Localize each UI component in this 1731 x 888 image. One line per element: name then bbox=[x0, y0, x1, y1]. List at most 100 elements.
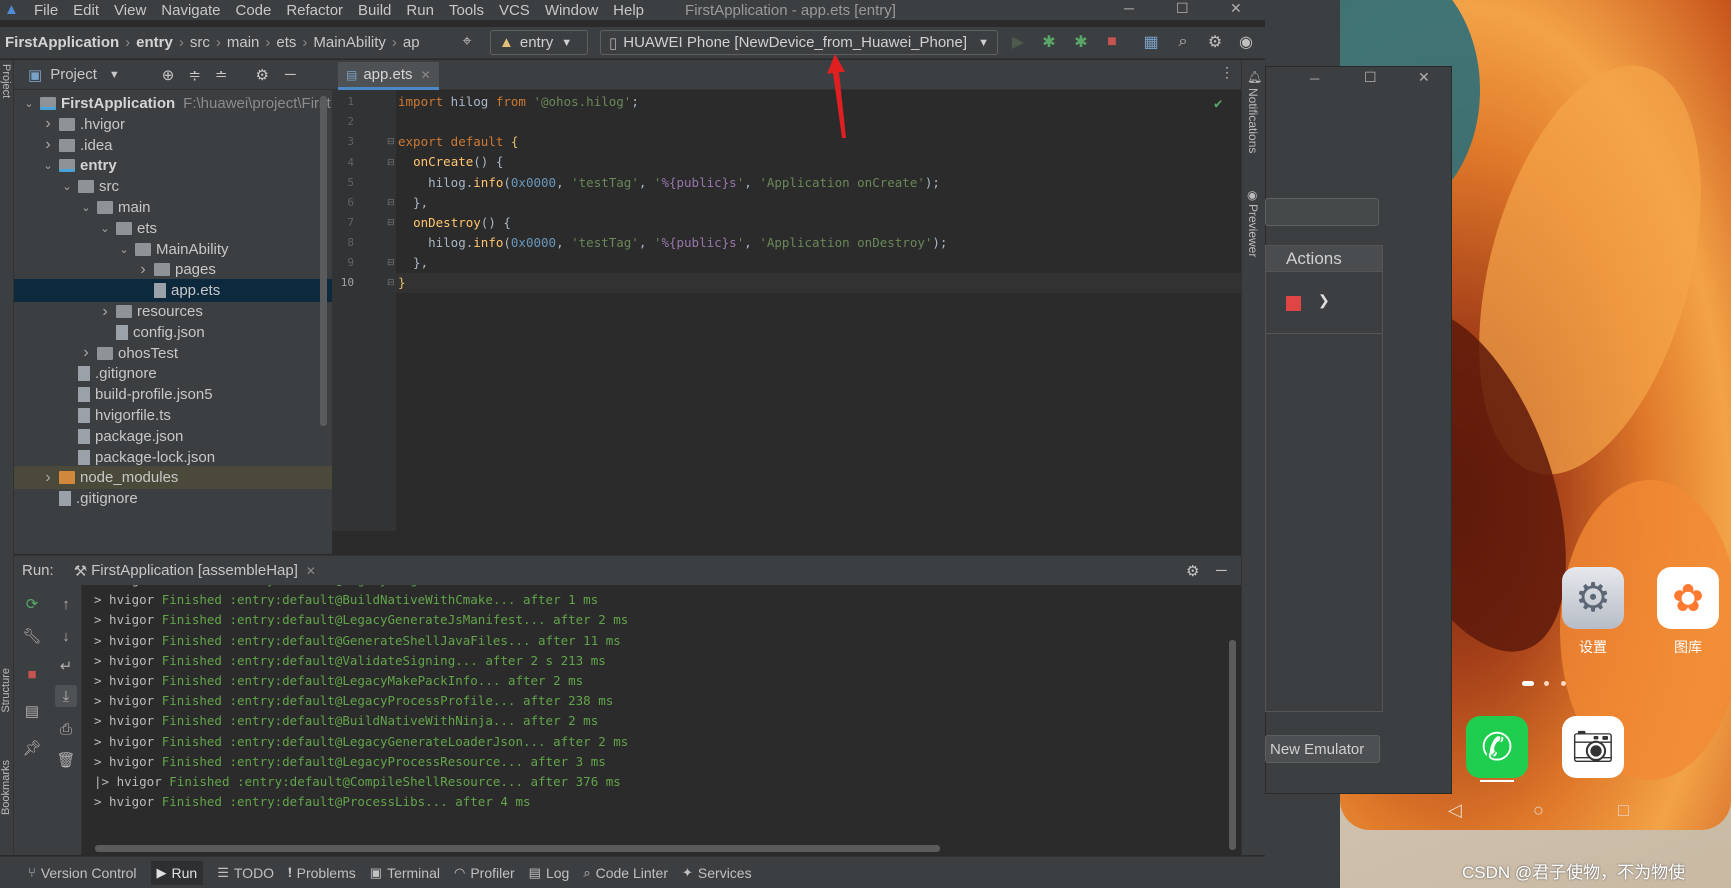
expand-all-icon[interactable]: ≑ bbox=[188, 66, 201, 84]
menu-view[interactable]: View bbox=[114, 2, 146, 19]
problems-button[interactable]: ❗︎ Problems bbox=[288, 865, 356, 881]
chevron-down-icon[interactable]: ⌄ bbox=[41, 159, 55, 172]
stop-icon[interactable]: ■ bbox=[21, 663, 43, 685]
menu-window[interactable]: Window bbox=[545, 2, 598, 19]
chevron-down-icon[interactable]: ⌄ bbox=[22, 97, 36, 110]
run-console[interactable]: > hvigor Finished :entry:default@LegacyM… bbox=[82, 585, 1241, 855]
menu-navigate[interactable]: Navigate bbox=[161, 2, 220, 19]
previewer-strip-label[interactable]: Previewer bbox=[1246, 204, 1260, 257]
panel-settings-icon[interactable]: ⚙ bbox=[256, 66, 269, 84]
select-opened-file-icon[interactable]: ⊕ bbox=[162, 66, 175, 84]
menu-run[interactable]: Run bbox=[406, 2, 434, 19]
hide-panel-icon[interactable]: ─ bbox=[285, 66, 296, 83]
close-icon[interactable]: ✕ bbox=[1418, 69, 1430, 86]
fold-marker-icon[interactable]: ⊟ bbox=[387, 257, 395, 268]
print-icon[interactable]: ⎙ bbox=[55, 718, 77, 740]
locate-icon[interactable]: ⌖ bbox=[457, 32, 477, 52]
tree-item[interactable]: › .idea bbox=[14, 134, 332, 157]
menu-file[interactable]: File bbox=[34, 2, 58, 19]
panel-settings-icon[interactable]: ⚙ bbox=[1186, 562, 1199, 580]
todo-button[interactable]: ☰ TODO bbox=[217, 865, 274, 881]
project-structure-icon[interactable]: ▦ bbox=[1141, 32, 1161, 52]
tree-item[interactable]: › .hvigor bbox=[14, 113, 332, 136]
chevron-right-icon[interactable]: › bbox=[41, 136, 55, 154]
debug-icon[interactable]: ✱ bbox=[1039, 32, 1059, 52]
terminal-button[interactable]: ▣ Terminal bbox=[370, 865, 440, 881]
notifications-strip-label[interactable]: Notifications bbox=[1246, 88, 1260, 153]
module-selector[interactable]: ▲ entry ▼ bbox=[490, 30, 588, 55]
stop-emulator-icon[interactable] bbox=[1286, 296, 1301, 311]
maximize-icon[interactable]: ☐ bbox=[1364, 69, 1377, 86]
chevron-down-icon[interactable]: ⌄ bbox=[60, 180, 74, 193]
profiler-button[interactable]: ◠ Profiler bbox=[454, 865, 515, 881]
chevron-down-icon[interactable]: ⌄ bbox=[98, 222, 112, 235]
bookmarks-strip-label[interactable]: Bookmarks bbox=[0, 760, 12, 815]
tab-app-ets[interactable]: ▤ app.ets ✕ bbox=[338, 62, 439, 90]
close-icon[interactable]: ✕ bbox=[1230, 0, 1242, 17]
run-config-tab[interactable]: FirstApplication [assembleHap] bbox=[91, 562, 298, 579]
device-selector[interactable]: ▯ HUAWEI Phone [NewDevice_from_Huawei_Ph… bbox=[600, 30, 998, 55]
breadcrumb-ets[interactable]: ets bbox=[276, 34, 296, 51]
menu-code[interactable]: Code bbox=[235, 2, 271, 19]
chevron-down-icon[interactable]: ⌄ bbox=[79, 201, 93, 214]
console-vertical-scrollbar[interactable] bbox=[1229, 640, 1236, 850]
console-horizontal-scrollbar[interactable] bbox=[95, 845, 940, 852]
breadcrumb-mainability[interactable]: MainAbility bbox=[313, 34, 386, 51]
pin-icon[interactable]: 📌︎ bbox=[21, 737, 43, 759]
layout-icon[interactable]: ▤ bbox=[21, 700, 43, 722]
minimize-icon[interactable]: ─ bbox=[1310, 71, 1319, 86]
log-button[interactable]: ▤ Log bbox=[529, 865, 570, 881]
wrench-icon[interactable]: 🔧︎ bbox=[21, 625, 43, 647]
account-icon[interactable]: ◉ bbox=[1236, 32, 1256, 52]
chevron-right-icon[interactable]: › bbox=[79, 344, 93, 362]
run-icon[interactable]: ▶ bbox=[1008, 32, 1028, 52]
code-editor[interactable]: import hilog from '@ohos.hilog'; export … bbox=[396, 90, 1241, 531]
gallery-icon[interactable]: ✿ bbox=[1657, 567, 1719, 629]
tree-item[interactable]: .gitignore bbox=[14, 362, 332, 385]
breadcrumb-entry[interactable]: entry bbox=[136, 34, 173, 51]
arrow-up-icon[interactable]: ↑ bbox=[55, 593, 77, 615]
back-nav-icon[interactable]: ◁ bbox=[1448, 800, 1462, 821]
fold-marker-icon[interactable]: ⊟ bbox=[387, 277, 395, 288]
fold-marker-icon[interactable]: ⊟ bbox=[387, 217, 395, 228]
menu-build[interactable]: Build bbox=[358, 2, 391, 19]
device-search-input[interactable] bbox=[1265, 198, 1379, 226]
tree-item[interactable]: › node_modules bbox=[14, 466, 332, 490]
fold-marker-icon[interactable]: ⊟ bbox=[387, 136, 395, 147]
search-icon[interactable]: ⌕ bbox=[1173, 32, 1193, 52]
close-tab-icon[interactable]: ✕ bbox=[421, 68, 431, 82]
hide-panel-icon[interactable]: ─ bbox=[1216, 562, 1227, 579]
breadcrumb-src[interactable]: src bbox=[190, 34, 210, 51]
eye-icon[interactable]: ◉ bbox=[1247, 188, 1257, 202]
menu-help[interactable]: Help bbox=[613, 2, 644, 19]
run-tool-button[interactable]: ▶ Run bbox=[150, 860, 204, 885]
tree-item[interactable]: hvigorfile.ts bbox=[14, 404, 332, 427]
collapse-all-icon[interactable]: ≐ bbox=[215, 66, 228, 84]
recents-nav-icon[interactable]: □ bbox=[1618, 800, 1629, 821]
code-linter-button[interactable]: ⌕ Code Linter bbox=[583, 865, 668, 881]
trash-icon[interactable]: 🗑︎ bbox=[55, 749, 77, 771]
minimize-icon[interactable]: ─ bbox=[1124, 0, 1134, 16]
scroll-to-end-icon[interactable]: ⤓ bbox=[55, 685, 77, 707]
chevron-right-icon[interactable]: › bbox=[136, 261, 150, 279]
project-scrollbar[interactable] bbox=[320, 96, 327, 426]
version-control-button[interactable]: ⑂ Version Control bbox=[28, 865, 137, 881]
attach-debugger-icon[interactable]: ✱ bbox=[1071, 32, 1091, 52]
bell-icon[interactable]: 🔔︎ bbox=[1247, 70, 1262, 84]
project-view-selector[interactable]: Project bbox=[50, 66, 97, 83]
tree-item[interactable]: package.json bbox=[14, 425, 332, 448]
rerun-icon[interactable]: ⟳ bbox=[21, 593, 43, 615]
arrow-down-icon[interactable]: ↓ bbox=[55, 625, 77, 647]
breadcrumb-file[interactable]: ap bbox=[403, 34, 420, 51]
chevron-down-icon[interactable]: ⌄ bbox=[117, 243, 131, 256]
settings-gear-icon[interactable]: ⚙ bbox=[1205, 32, 1225, 52]
maximize-icon[interactable]: ☐ bbox=[1176, 0, 1189, 17]
tree-item[interactable]: config.json bbox=[14, 321, 332, 344]
breadcrumb-project[interactable]: FirstApplication bbox=[5, 34, 119, 51]
new-emulator-button[interactable]: New Emulator bbox=[1265, 735, 1380, 763]
close-tab-icon[interactable]: ✕ bbox=[306, 564, 316, 578]
menu-vcs[interactable]: VCS bbox=[499, 2, 530, 19]
tree-item[interactable]: › pages bbox=[14, 258, 332, 281]
services-button[interactable]: ✦ Services bbox=[682, 865, 752, 881]
home-nav-icon[interactable]: ○ bbox=[1533, 800, 1544, 821]
